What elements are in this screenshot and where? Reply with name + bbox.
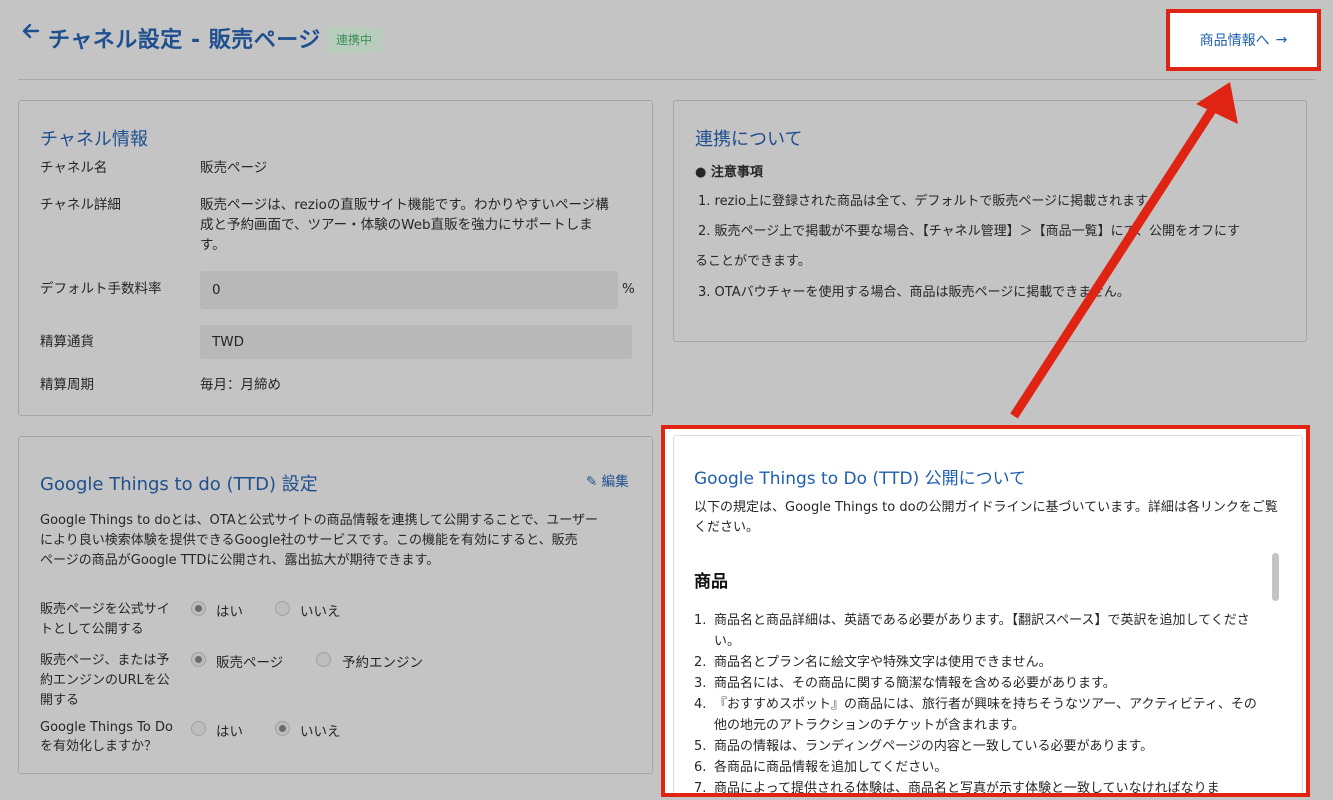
channel-info-card: チャネル情報 チャネル名 販売ページ チャネル詳細 販売ページは、rezioの直… bbox=[18, 100, 653, 416]
notice-item: 1. rezio上に登録された商品は全て、デフォルトで販売ページに掲載されます。 bbox=[698, 194, 1160, 209]
arrow-right-icon: → bbox=[1275, 32, 1288, 48]
q3-radio-no[interactable] bbox=[275, 721, 290, 736]
list-item: 2. 商品名とプラン名に絵文字や特殊文字は使用できません。 bbox=[694, 655, 1052, 670]
q1-label-line2: トとして公開する bbox=[40, 622, 144, 637]
channel-detail-line3: す。 bbox=[200, 237, 226, 253]
q3-no-label: いいえ bbox=[300, 724, 341, 740]
notice-heading: ● 注意事項 bbox=[695, 165, 763, 180]
currency-input[interactable]: TWD bbox=[200, 325, 632, 359]
q1-no-label: いいえ bbox=[300, 604, 341, 620]
page-header: チャネル設定 - 販売ページ 連携中 bbox=[0, 0, 1333, 80]
q2-radio-sales-page[interactable] bbox=[191, 652, 206, 667]
q1-yes-label: はい bbox=[216, 604, 243, 620]
arrow-left-icon[interactable] bbox=[20, 20, 42, 42]
channel-name-value: 販売ページ bbox=[200, 160, 268, 176]
ttd-publish-highlight: Google Things to Do (TTD) 公開について 以下の規定は、… bbox=[661, 425, 1310, 797]
status-badge: 連携中 bbox=[326, 27, 383, 53]
edit-label: 編集 bbox=[601, 474, 629, 490]
ttd-section-title: 商品 bbox=[694, 572, 728, 592]
ttd-desc-line: により良い検索体験を提供できるGoogle社のサービスです。この機能を有効にする… bbox=[40, 533, 578, 548]
settlement-cycle-value: 毎月：月締め bbox=[200, 377, 281, 393]
about-title: 連携について bbox=[695, 129, 803, 150]
scrollbar[interactable] bbox=[1272, 548, 1280, 793]
ttd-publish-title: Google Things to Do (TTD) 公開について bbox=[694, 469, 1027, 489]
channel-detail-line1: 販売ページは、rezioの直販サイト機能です。わかりやすいページ構 bbox=[200, 197, 609, 213]
channel-name-label: チャネル名 bbox=[40, 160, 108, 176]
header-divider bbox=[18, 79, 1315, 80]
q3-radio-yes[interactable] bbox=[191, 721, 206, 736]
q2-radio-booking-engine[interactable] bbox=[316, 652, 331, 667]
q2-label-line1: 販売ページ、または予 bbox=[40, 653, 170, 668]
list-item: 7. 商品によって提供される体験は、商品名と写真が示す体験と一致していなければなり… bbox=[694, 781, 1220, 796]
q2-label-line3: 開する bbox=[40, 693, 80, 708]
ttd-rules-list: 1. 商品名と商品詳細は、英語である必要があります。【翻訳スペース】で英訳を追加し… bbox=[694, 610, 1264, 796]
list-item: 1. 商品名と商品詳細は、英語である必要があります。【翻訳スペース】で英訳を追加し… bbox=[694, 613, 1250, 649]
q1-radio-yes[interactable] bbox=[191, 601, 206, 616]
q1-radio-no[interactable] bbox=[275, 601, 290, 616]
notice-item: 3. OTAバウチャーを使用する場合、商品は販売ページに掲載できません。 bbox=[698, 285, 1130, 300]
notice-item: ることができます。 bbox=[695, 254, 811, 269]
ttd-settings-card: Google Things to do (TTD) 設定 ✎ 編集 Google… bbox=[18, 436, 653, 774]
page-title: チャネル設定 - 販売ページ bbox=[48, 28, 321, 53]
currency-label: 精算通貨 bbox=[40, 334, 94, 350]
channel-detail-line2: 成と予約画面で、ツアー・体験のWeb直販を強力にサポートしま bbox=[200, 217, 593, 233]
q3-label-line1: Google Things To Do bbox=[40, 720, 173, 735]
edit-button[interactable]: ✎ 編集 bbox=[586, 470, 629, 490]
q1-label-line1: 販売ページを公式サイ bbox=[40, 602, 170, 617]
list-item: 5. 商品の情報は、ランディングページの内容と一致している必要があります。 bbox=[694, 739, 1154, 754]
default-fee-input[interactable]: 0 bbox=[200, 271, 618, 309]
scrollbar-thumb[interactable] bbox=[1272, 553, 1279, 601]
fee-unit: % bbox=[622, 281, 635, 297]
about-integration-card: 連携について ● 注意事項 1. rezio上に登録された商品は全て、デフォルト… bbox=[673, 100, 1307, 342]
next-button-highlight: 商品情報へ → bbox=[1166, 9, 1321, 71]
list-item: 4. 『おすすめスポット』の商品には、旅行者が興味を持ちそうなツアー、アクティビテ… bbox=[694, 697, 1257, 733]
channel-info-title: チャネル情報 bbox=[40, 129, 148, 150]
q2-label-line2: 約エンジンのURLを公 bbox=[40, 673, 170, 688]
next-to-product-info-button[interactable]: 商品情報へ → bbox=[1170, 13, 1317, 67]
list-item: 3. 商品名には、その商品に関する簡潔な情報を含める必要があります。 bbox=[694, 676, 1116, 691]
ttd-settings-title: Google Things to do (TTD) 設定 bbox=[40, 474, 318, 495]
default-fee-label: デフォルト手数料率 bbox=[40, 281, 162, 297]
notice-item: 2. 販売ページ上で掲載が不要な場合、【チャネル管理】＞【商品一覧】にて、公開を… bbox=[698, 224, 1241, 239]
settlement-cycle-label: 精算周期 bbox=[40, 377, 94, 393]
list-item: 6. 各商品に商品情報を追加してください。 bbox=[694, 760, 948, 775]
ttd-desc-line: ページの商品がGoogle TTDに公開され、露出拡大が期待できます。 bbox=[40, 553, 440, 568]
q2-booking-engine-label: 予約エンジン bbox=[342, 655, 423, 671]
q3-yes-label: はい bbox=[216, 724, 243, 740]
pencil-icon: ✎ bbox=[586, 474, 598, 490]
next-button-label: 商品情報へ bbox=[1199, 33, 1270, 49]
ttd-publish-panel: Google Things to Do (TTD) 公開について 以下の規定は、… bbox=[673, 435, 1303, 796]
q3-label-line2: を有効化しますか？ bbox=[40, 739, 158, 754]
channel-detail-label: チャネル詳細 bbox=[40, 197, 121, 213]
ttd-publish-desc: 以下の規定は、Google Things to doの公開ガイドラインに基づいて… bbox=[694, 500, 1278, 535]
q2-sales-page-label: 販売ページ bbox=[216, 655, 284, 671]
ttd-desc-line: Google Things to doとは、OTAと公式サイトの商品情報を連携し… bbox=[40, 513, 599, 528]
